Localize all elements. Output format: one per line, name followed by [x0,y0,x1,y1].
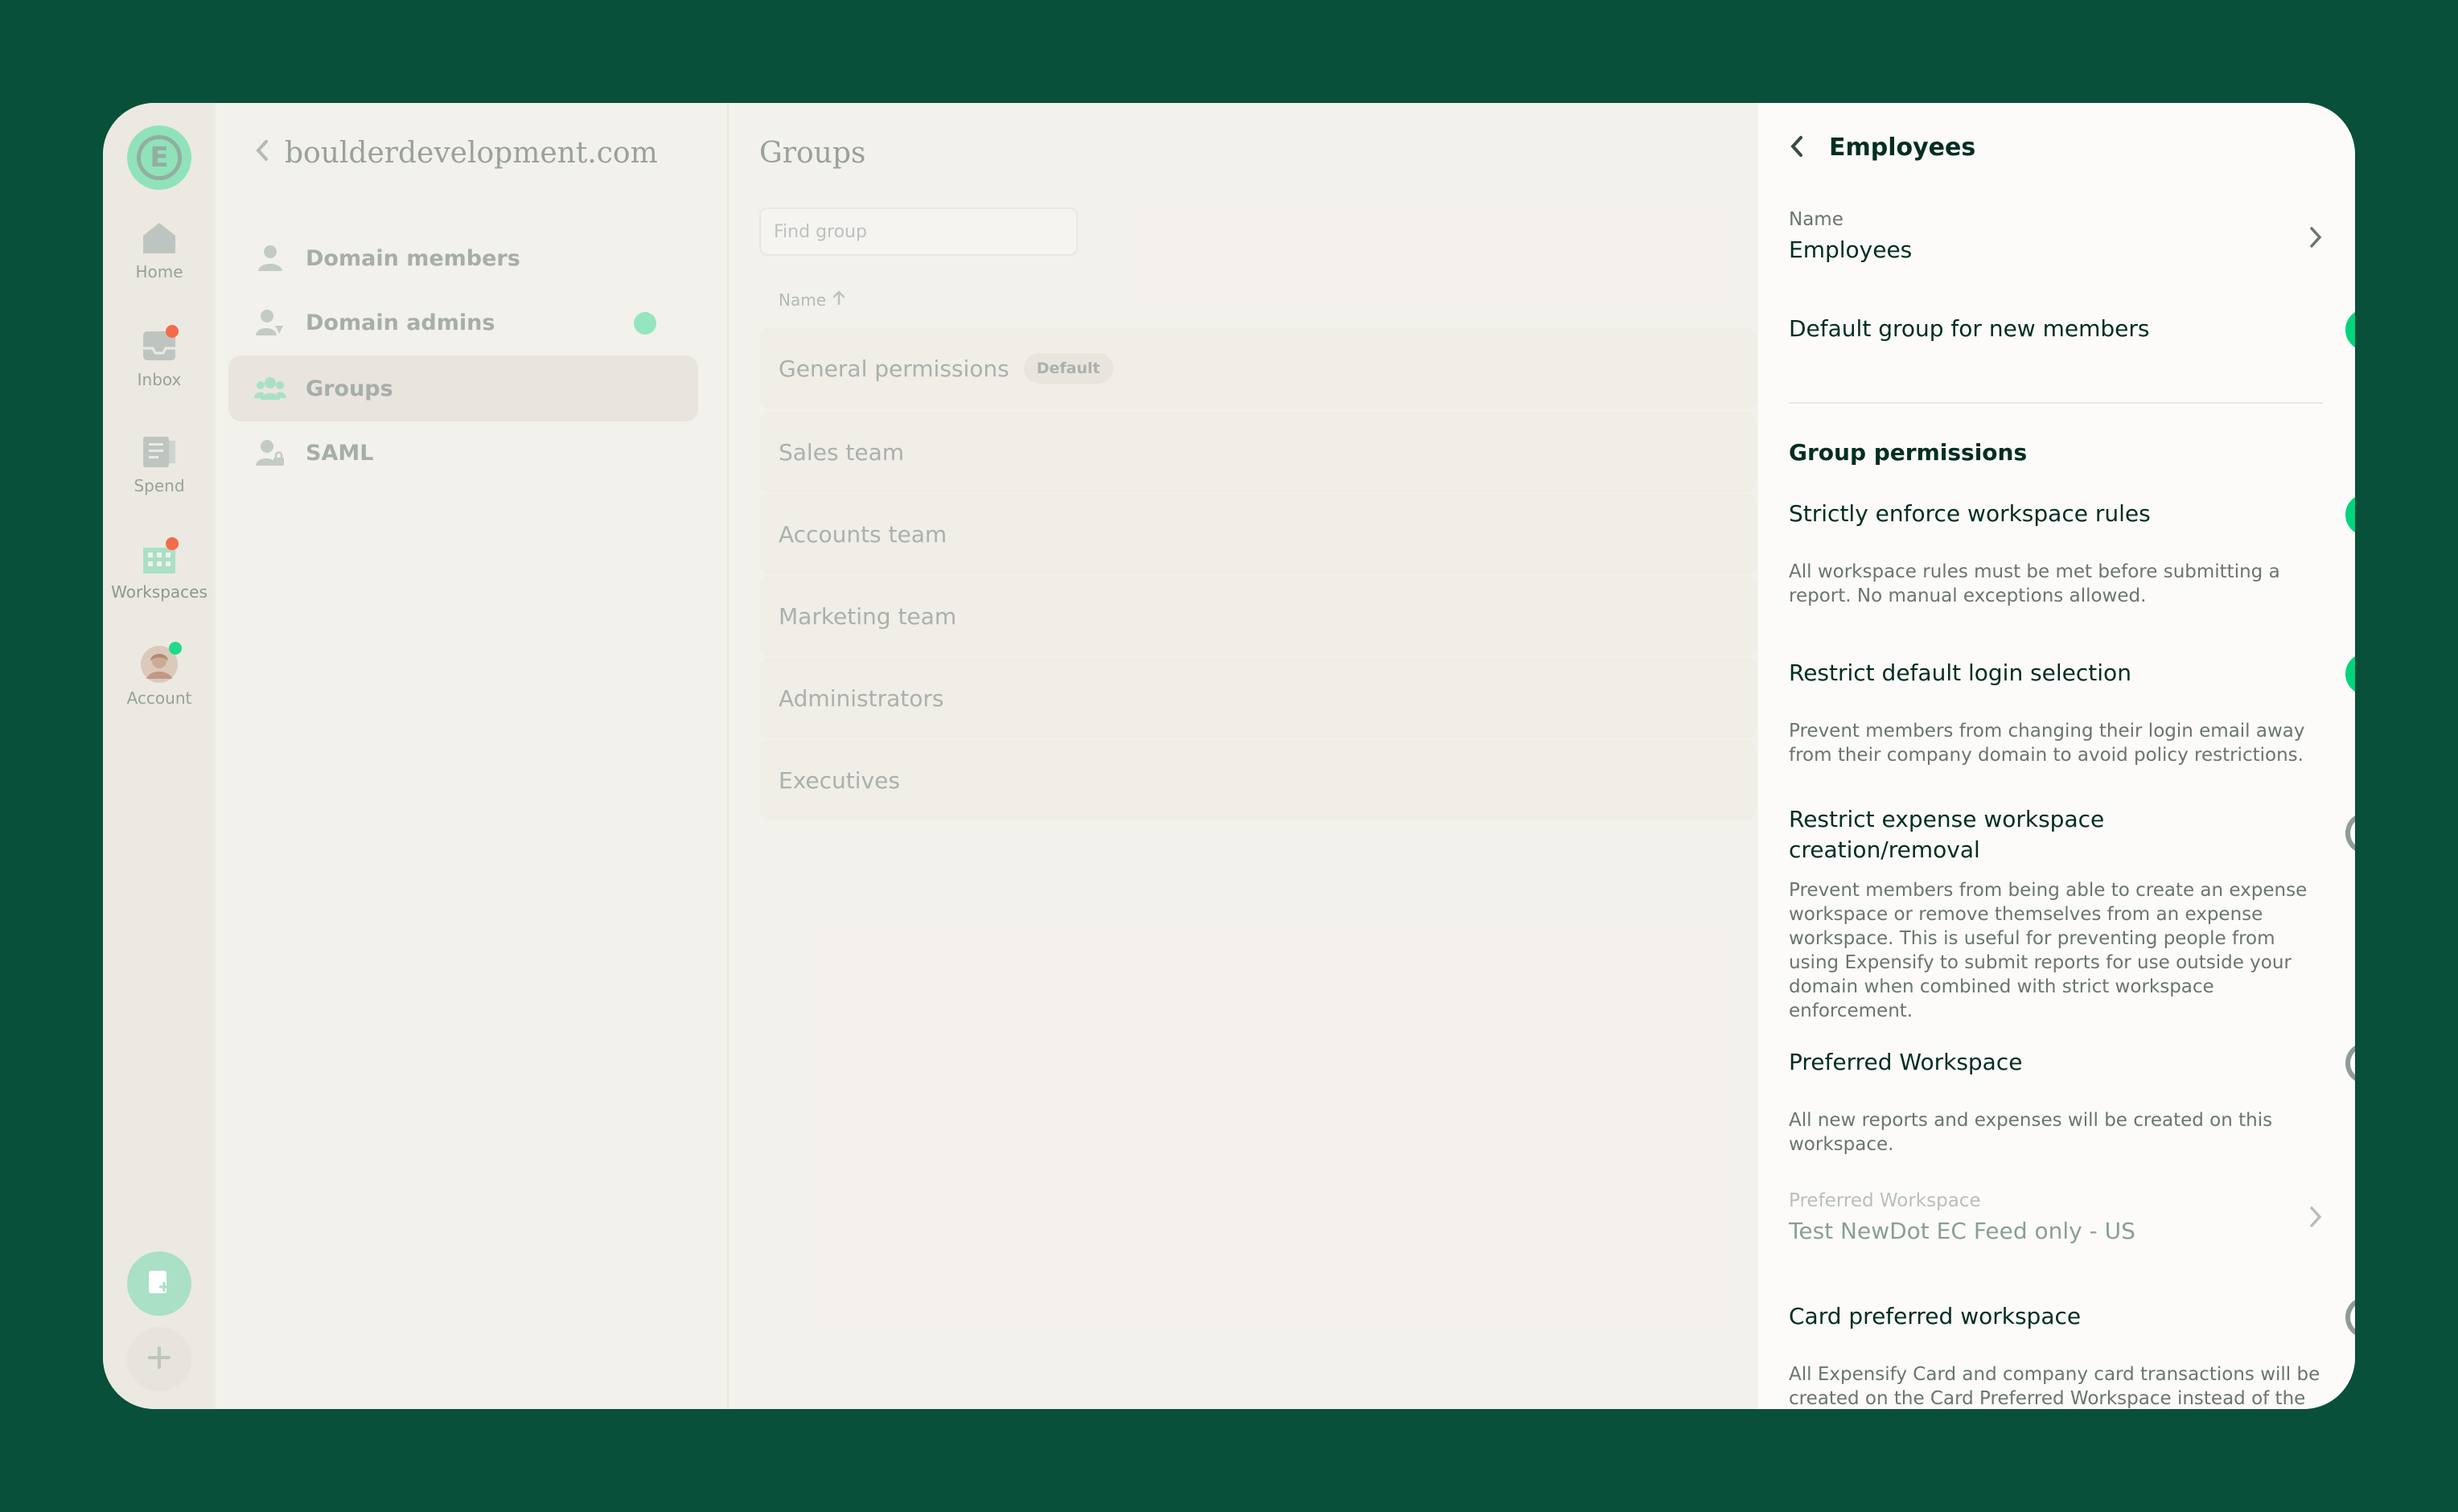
restrict-login-description: Prevent members from changing their logi… [1789,721,2305,766]
users-icon [254,372,286,405]
name-column-label: Name [779,290,827,310]
building-icon [140,537,179,576]
menu-domain-members-label: Domain members [306,245,520,271]
restrict-workspace-description: Prevent members from being able to creat… [1789,880,2308,1021]
domain-header: boulderdevelopment.com [254,137,658,170]
card-preferred-toggle[interactable] [2345,1296,2355,1338]
nav-spend[interactable]: Spend [103,434,216,495]
default-group-label: Default group for new members [1789,315,2150,342]
menu-saml-label: SAML [306,440,374,466]
sort-ascending-icon [832,290,845,310]
menu-domain-admins-label: Domain admins [306,310,495,335]
toggle-knob [2350,1301,2355,1333]
home-icon [140,220,179,256]
preferred-workspace-description: All new reports and expenses will be cre… [1789,1110,2273,1155]
chevron-right-icon [2308,1205,2323,1232]
inbox-icon [140,325,179,364]
restrict-workspace-label-line2: creation/removal [1789,836,1980,863]
new-expense-button[interactable] [127,1251,191,1316]
group-name: Sales team [779,438,905,466]
restrict-workspace-toggle[interactable] [2345,812,2355,854]
find-group-input[interactable]: Find group [759,207,1078,256]
domain-title: boulderdevelopment.com [285,137,658,170]
name-field-label: Name [1789,209,1844,230]
preferred-workspace-field[interactable]: Preferred Workspace Test NewDot EC Feed … [1789,1190,2323,1255]
nav-account-label: Account [126,688,192,708]
plus-icon [147,1346,171,1373]
group-row[interactable]: Executives [759,740,1757,820]
nav-spend-label: Spend [134,476,185,495]
chevron-right-icon [2308,225,2323,253]
admins-status-indicator [634,312,656,335]
menu-domain-members[interactable]: Domain members [228,225,698,291]
name-column-header[interactable]: Name [779,290,845,310]
user-admin-icon [254,306,286,339]
restrict-workspace-label-line1: Restrict expense workspace [1789,806,2105,832]
nav-home[interactable]: Home [103,220,216,281]
group-name: Executives [779,766,900,794]
back-arrow-icon[interactable] [1789,134,1805,162]
inbox-notification-dot [166,325,179,338]
app-window: E Home Inbox Spend Workspaces Account bo… [103,103,2355,1409]
card-preferred-description: All Expensify Card and company card tran… [1789,1364,2320,1409]
preferred-workspace-toggle[interactable] [2345,1042,2355,1084]
group-row[interactable]: Sales team [759,412,1757,492]
toggle-knob [2350,1047,2355,1079]
receipt-plus-icon [146,1268,173,1299]
nav-workspaces[interactable]: Workspaces [103,537,216,602]
group-name: Accounts team [779,520,947,548]
name-field-row[interactable]: Name Employees [1789,209,2323,273]
page-title: Groups [759,137,866,170]
menu-domain-admins[interactable]: Domain admins [228,290,698,355]
nav-account[interactable]: Account [103,642,216,708]
nav-workspaces-label: Workspaces [111,582,208,602]
preferred-workspace-field-value: Test NewDot EC Feed only - US [1789,1218,2135,1244]
group-row[interactable]: Marketing team [759,576,1757,656]
nav-home-label: Home [135,262,183,281]
strict-enforce-description: All workspace rules must be met before s… [1789,561,2280,606]
group-permissions-heading: Group permissions [1789,439,2028,466]
back-chevron-icon[interactable] [254,137,270,170]
toggle-knob [2350,817,2355,849]
strict-enforce-toggle[interactable] [2345,494,2355,536]
group-name: Marketing team [779,602,957,630]
preferred-workspace-label: Preferred Workspace [1789,1049,2023,1075]
restrict-login-toggle[interactable] [2345,653,2355,695]
account-status-dot [169,642,182,655]
preferred-workspace-field-label: Preferred Workspace [1789,1190,1981,1211]
group-row[interactable]: Accounts team [759,494,1757,574]
default-badge: Default [1023,353,1113,384]
card-preferred-label: Card preferred workspace [1789,1303,2082,1329]
logo-letter: E [137,135,182,180]
group-name: General permissions [779,355,1009,382]
default-group-toggle[interactable] [2345,309,2355,351]
group-row[interactable]: General permissions Default [759,328,1757,409]
nav-inbox-label: Inbox [137,370,182,389]
workspaces-notification-dot [166,537,179,550]
avatar [140,642,182,683]
create-button[interactable] [127,1327,191,1391]
section-divider [1789,402,2323,404]
group-name: Administrators [779,684,944,712]
person-icon [254,242,286,274]
nav-inbox[interactable]: Inbox [103,325,216,389]
restrict-workspace-label: Restrict expense workspace creation/remo… [1789,804,2104,865]
panel-header: Employees [1789,134,1975,162]
strict-enforce-label: Strictly enforce workspace rules [1789,500,2151,527]
group-row[interactable]: Administrators [759,658,1757,738]
restrict-login-label: Restrict default login selection [1789,659,2131,686]
menu-saml[interactable]: SAML [228,420,698,486]
expensify-logo[interactable]: E [127,125,191,190]
domain-sidebar: boulderdevelopment.com Domain members Do… [216,103,729,1409]
group-settings-panel: Employees Name Employees Default group f… [1758,103,2355,1409]
panel-title: Employees [1829,134,1976,162]
user-lock-icon [254,437,286,469]
groups-list-pane: Groups Find group Name General permissio… [729,103,1760,1409]
menu-groups[interactable]: Groups [228,355,698,421]
name-field-value: Employees [1789,236,1913,263]
menu-groups-label: Groups [306,376,393,401]
receipt-icon [140,434,179,470]
nav-rail: E Home Inbox Spend Workspaces Account [103,103,216,1409]
